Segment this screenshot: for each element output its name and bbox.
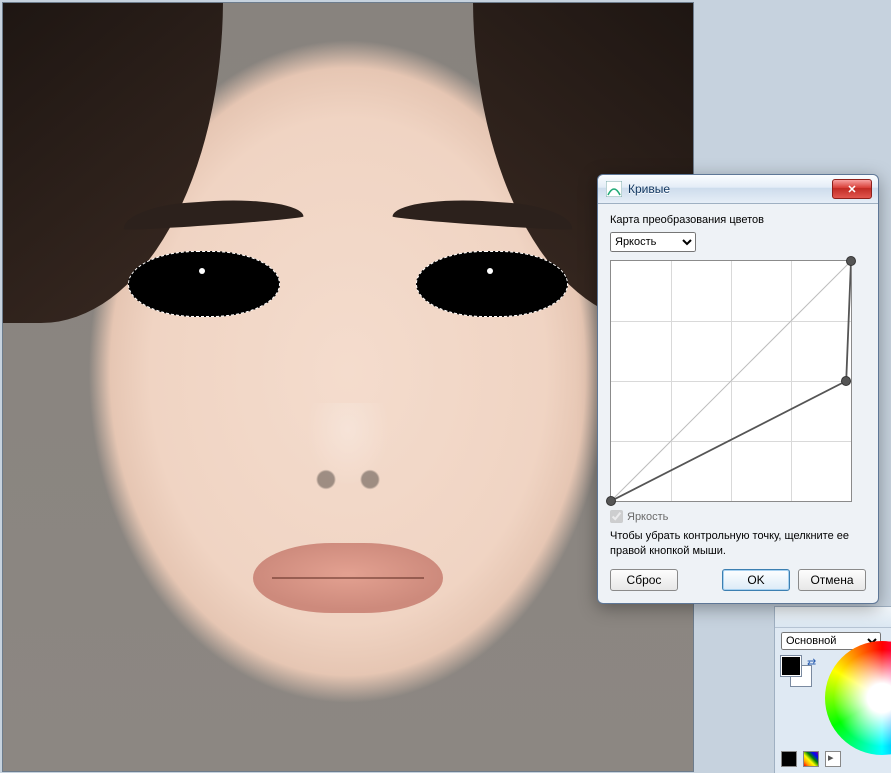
selection-eye-right[interactable] — [416, 251, 568, 317]
reset-button[interactable]: Сброс — [610, 569, 678, 591]
photo-nose — [293, 403, 403, 493]
diagonal-reference — [611, 261, 851, 501]
palette-rainbow-icon[interactable] — [803, 751, 819, 767]
colors-panel-header — [775, 607, 891, 628]
palette-more-icon[interactable] — [825, 751, 841, 767]
primary-color-swatch[interactable] — [781, 656, 801, 676]
close-button[interactable]: ✕ — [832, 179, 872, 199]
brightness-checkbox[interactable] — [610, 510, 623, 523]
dialog-body: Карта преобразования цветов Яркость — [598, 204, 878, 603]
curve-control-point[interactable] — [841, 376, 851, 386]
cancel-button[interactable]: Отмена — [798, 569, 866, 591]
selection-eye-left[interactable] — [128, 251, 280, 317]
dialog-title: Кривые — [628, 182, 832, 196]
hint-text: Чтобы убрать контрольную точку, щелкните… — [610, 529, 866, 559]
curve-svg — [611, 261, 851, 501]
workspace: Основной ⇄ Кривые ✕ Карта преобразования… — [0, 0, 891, 772]
curve-control-point[interactable] — [606, 496, 616, 506]
close-icon: ✕ — [847, 183, 856, 196]
section-label: Карта преобразования цветов — [610, 214, 866, 226]
curves-dialog: Кривые ✕ Карта преобразования цветов Ярк… — [597, 174, 879, 604]
photo-face — [3, 3, 693, 771]
channel-select[interactable]: Яркость — [610, 232, 696, 252]
dialog-titlebar[interactable]: Кривые ✕ — [598, 175, 878, 204]
palette-black-icon[interactable] — [781, 751, 797, 767]
ok-button[interactable]: OK — [722, 569, 790, 591]
colors-panel: Основной ⇄ — [774, 606, 891, 773]
eye-highlight — [199, 268, 205, 274]
dialog-button-row: Сброс OK Отмена — [610, 569, 866, 591]
app-icon — [606, 181, 622, 197]
image-canvas[interactable] — [2, 2, 694, 772]
curve-control-point[interactable] — [846, 256, 856, 266]
brightness-checkbox-label: Яркость — [627, 511, 668, 523]
photo-lips — [253, 543, 443, 613]
curve-editor[interactable] — [610, 260, 852, 502]
eye-highlight — [487, 268, 493, 274]
brightness-checkbox-row[interactable]: Яркость — [610, 510, 866, 523]
